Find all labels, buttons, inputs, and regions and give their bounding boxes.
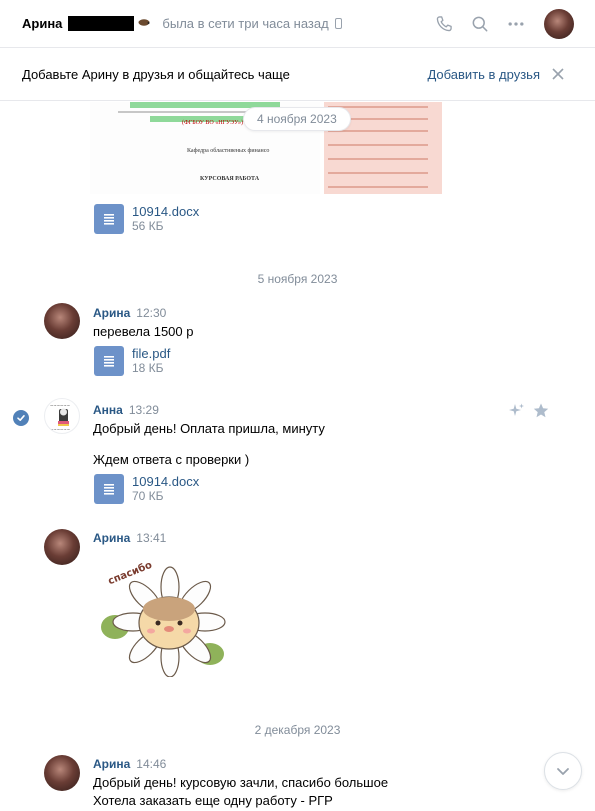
svg-text:~~~~~~: ~~~~~~ <box>50 427 70 432</box>
doc-text-line: (ФГБОУ ВО «НГУЭУ») <box>182 120 243 126</box>
floating-date-badge: 4 ноября 2023 <box>243 107 351 131</box>
phone-icon <box>436 16 452 32</box>
author-name[interactable]: Арина <box>93 757 130 771</box>
message-text: перевела 1500 р <box>93 324 194 339</box>
close-icon <box>552 68 564 80</box>
message-time: 12:30 <box>136 306 167 320</box>
search-icon <box>472 16 488 32</box>
author-name[interactable]: Арина <box>93 531 130 545</box>
more-button[interactable] <box>498 6 534 42</box>
file-attachment[interactable]: 10914.docx 70 КБ <box>94 473 199 505</box>
document-icon <box>94 346 124 376</box>
date-separator: 5 ноября 2023 <box>257 272 338 286</box>
file-name[interactable]: file.pdf <box>132 346 170 361</box>
sparkle-icon[interactable] <box>508 402 526 423</box>
chat-header: Арина была в сети три часа назад <box>0 0 595 48</box>
message-author: Арина 12:30 <box>93 306 166 320</box>
svg-text:~~~~~~: ~~~~~~ <box>50 403 70 408</box>
date-separator: 2 декабря 2023 <box>254 723 341 737</box>
document-icon <box>94 474 124 504</box>
search-button[interactable] <box>462 6 498 42</box>
mobile-device-icon <box>334 18 342 29</box>
message-text: Добрый день! курсовую зачли, спасибо бол… <box>93 775 389 790</box>
redacted-surname <box>68 16 135 31</box>
avatar[interactable] <box>44 529 80 565</box>
file-attachment[interactable]: file.pdf 18 КБ <box>94 345 170 377</box>
message-text: Хотела заказать еще одну работу - РГР <box>93 793 333 808</box>
call-button[interactable] <box>426 6 462 42</box>
file-name[interactable]: 10914.docx <box>132 474 199 489</box>
message-author: Арина 14:46 <box>93 757 166 771</box>
sticker-hedgehog[interactable]: спасибо <box>95 557 235 678</box>
message-time: 14:46 <box>136 757 167 771</box>
file-name[interactable]: 10914.docx <box>132 204 199 219</box>
star-icon[interactable] <box>532 402 550 423</box>
message-author: Арина 13:41 <box>93 531 166 545</box>
message-author: Анна 13:29 <box>93 403 159 417</box>
header-actions <box>426 0 595 48</box>
document-icon <box>94 204 124 234</box>
avatar[interactable]: ~~~~~~ ~~~~~~ <box>44 398 80 434</box>
message-text: Добрый день! Оплата пришла, минуту <box>93 421 325 436</box>
online-status: была в сети три часа назад <box>162 16 329 31</box>
contact-avatar[interactable] <box>544 9 574 39</box>
doc-text-line: КУРСОВАЯ РАБОТА <box>200 176 260 182</box>
more-dots-icon <box>508 22 524 26</box>
contact-name[interactable]: Арина <box>22 16 62 31</box>
banner-text: Добавьте Арину в друзья и общайтесь чаще <box>22 67 290 82</box>
message-time: 13:41 <box>136 531 167 545</box>
author-name[interactable]: Анна <box>93 403 123 417</box>
avatar[interactable] <box>44 755 80 791</box>
add-friend-banner: Добавьте Арину в друзья и общайтесь чаще… <box>0 49 595 101</box>
author-name[interactable]: Арина <box>93 306 130 320</box>
message-text: Ждем ответа с проверки ) <box>93 452 250 467</box>
avatar[interactable] <box>44 303 80 339</box>
selected-check-icon[interactable] <box>13 410 29 426</box>
file-size: 18 КБ <box>132 361 164 375</box>
message-history[interactable]: (ФГБОУ ВО «НГУЭУ») Кафедра областнвеных … <box>0 102 595 811</box>
doc-text-line: Кафедра областнвеных финансо <box>187 148 270 154</box>
add-friend-link[interactable]: Добавить в друзья <box>427 67 540 82</box>
scroll-to-bottom-button[interactable] <box>544 752 582 790</box>
message-time: 13:29 <box>128 403 159 417</box>
file-attachment[interactable]: 10914.docx 56 КБ <box>94 203 199 235</box>
chevron-down-icon <box>557 768 569 775</box>
file-size: 70 КБ <box>132 489 164 503</box>
close-banner-button[interactable] <box>551 65 565 83</box>
hedgehog-emoji-icon <box>138 18 150 29</box>
file-size: 56 КБ <box>132 219 164 233</box>
